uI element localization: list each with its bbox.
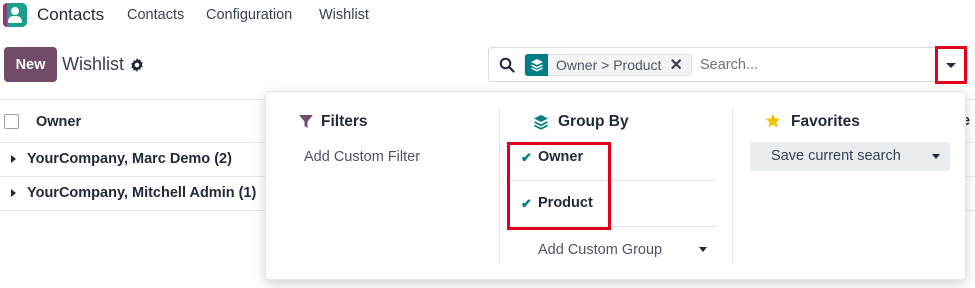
search-options-toggle[interactable]	[935, 46, 967, 84]
group-label: YourCompany, Marc Demo (2)	[27, 151, 232, 167]
layers-icon	[534, 115, 548, 130]
contacts-app-icon[interactable]	[3, 3, 27, 27]
star-icon	[765, 113, 781, 128]
chevron-down-icon	[946, 62, 956, 68]
page-title: Wishlist	[62, 54, 124, 74]
app-name[interactable]: Contacts	[37, 5, 104, 25]
add-custom-group-select[interactable]: Add Custom Group	[538, 242, 662, 258]
nav-item-configuration[interactable]: Configuration	[206, 7, 292, 23]
highlight-box	[507, 142, 611, 230]
nav-item-wishlist[interactable]: Wishlist	[319, 7, 369, 23]
filters-title: Filters	[321, 113, 368, 130]
facet-remove-icon[interactable]: ✕	[669, 55, 690, 75]
caret-right-icon	[11, 189, 16, 197]
caret-right-icon	[11, 155, 16, 163]
search-input[interactable]	[700, 55, 920, 75]
search-options-panel: Filters Add Custom Filter Group By ✔ Own…	[265, 91, 966, 280]
facet-label: Owner > Product	[556, 57, 662, 73]
top-navbar: Contacts Contacts Configuration Wishlist	[0, 0, 975, 32]
funnel-icon	[299, 115, 313, 128]
search-icon[interactable]	[499, 57, 515, 73]
group-by-title: Group By	[558, 113, 629, 130]
new-button[interactable]: New	[4, 47, 57, 82]
column-header-owner[interactable]: Owner	[36, 114, 81, 130]
chevron-down-icon	[699, 247, 707, 252]
add-custom-filter-link[interactable]: Add Custom Filter	[304, 149, 420, 165]
chevron-down-icon	[932, 154, 940, 159]
search-facet-groupby: Owner > Product ✕	[524, 54, 692, 76]
search-bar: Owner > Product ✕	[488, 47, 968, 82]
favorites-title: Favorites	[791, 113, 860, 130]
gear-icon[interactable]	[130, 58, 144, 72]
save-current-search-button[interactable]: Save current search	[750, 142, 950, 171]
layers-icon	[525, 54, 548, 76]
group-label: YourCompany, Mitchell Admin (1)	[27, 185, 257, 201]
nav-item-contacts[interactable]: Contacts	[127, 7, 184, 23]
select-all-checkbox[interactable]	[4, 114, 19, 129]
save-current-search-label: Save current search	[771, 148, 901, 164]
